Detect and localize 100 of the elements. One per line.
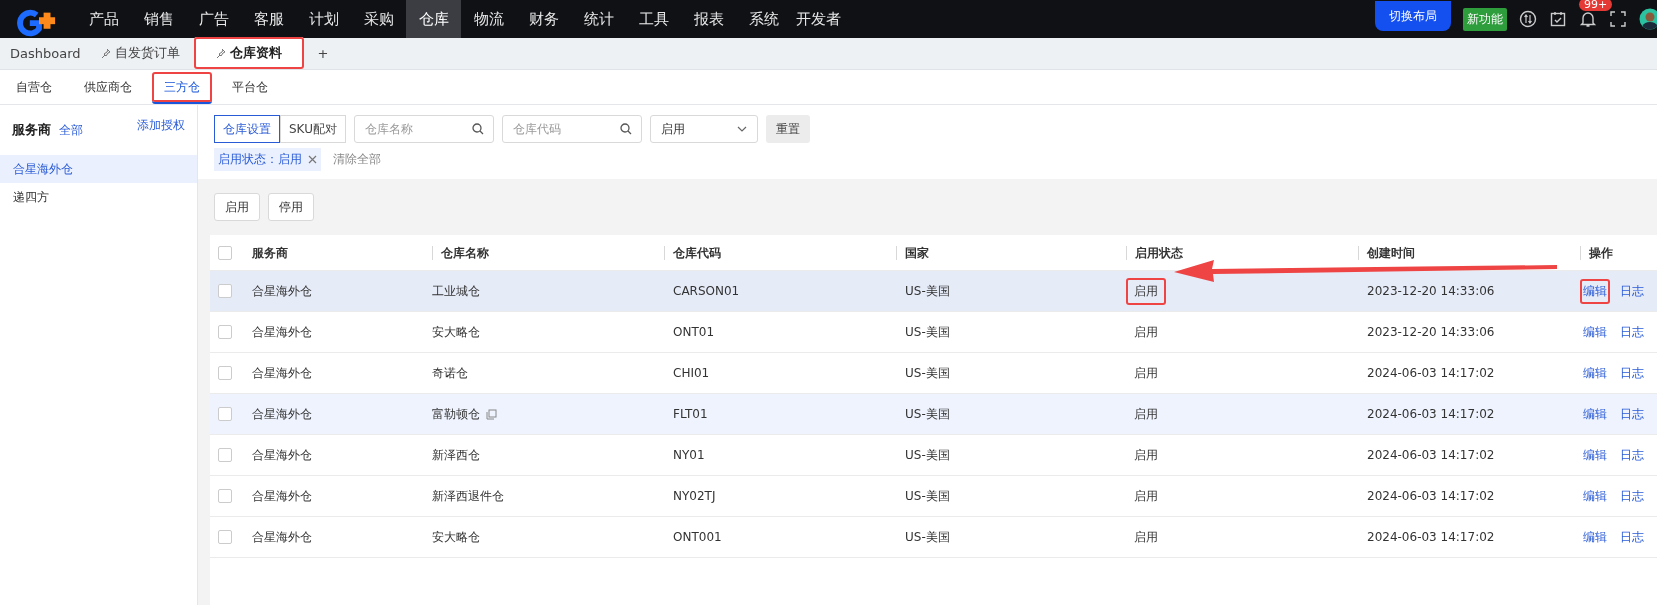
table-cell-text: US-美国 xyxy=(904,282,951,300)
nav-item[interactable]: 开发者 xyxy=(791,0,846,38)
column-header: 启用状态 xyxy=(1126,245,1358,260)
table-row[interactable]: 合星海外仓 工业城仓 CARSON01 US-美国 启用 2023-12-20 14:33:06 编辑 日志 xyxy=(210,271,1657,312)
log-link[interactable]: 日志 xyxy=(1620,528,1644,546)
page-tab[interactable]: 自发货订单 xyxy=(90,37,190,69)
row-checkbox[interactable] xyxy=(218,366,232,380)
search-icon[interactable] xyxy=(619,123,632,135)
edit-link[interactable]: 编辑 xyxy=(1580,442,1610,468)
add-authorization-link[interactable]: 添加授权 xyxy=(137,116,185,134)
log-link[interactable]: 日志 xyxy=(1620,446,1644,464)
pin-icon xyxy=(100,48,111,58)
notification-badge: 99+ xyxy=(1579,0,1613,11)
nav-item[interactable]: 报表 xyxy=(681,0,736,38)
table-cell-text: US-美国 xyxy=(904,528,951,546)
table-row[interactable]: 合星海外仓 安大略仓 ONT01 US-美国 启用 2023-12-20 14:33:06 编辑 日志 xyxy=(210,312,1657,353)
mode-tab[interactable]: SKU配对 xyxy=(280,115,346,143)
column-header: 国家 xyxy=(896,245,1126,260)
row-checkbox[interactable] xyxy=(218,284,232,298)
sub-tab[interactable]: 自营仓 xyxy=(4,72,64,104)
table-cell: 安大略仓 xyxy=(432,323,480,341)
edit-link[interactable]: 编辑 xyxy=(1580,278,1610,304)
nav-item[interactable]: 仓库 xyxy=(406,0,461,38)
nav-item[interactable]: 财务 xyxy=(516,0,571,38)
table-cell-text: FLT01 xyxy=(672,407,709,421)
edit-link[interactable]: 编辑 xyxy=(1580,524,1610,550)
status-text: 启用 xyxy=(1133,446,1159,464)
status-text: 启用 xyxy=(1133,528,1159,546)
nav-item[interactable]: 产品 xyxy=(76,0,131,38)
table-cell-text: 2023-12-20 14:33:06 xyxy=(1366,284,1496,298)
table-row[interactable]: 合星海外仓 新泽西退件仓 NY02TJ US-美国 启用 2024-06-03 14:17:02 编辑 日志 xyxy=(210,476,1657,517)
edit-link[interactable]: 编辑 xyxy=(1580,483,1610,509)
nav-item[interactable]: 工具 xyxy=(626,0,681,38)
action-button[interactable]: 停用 xyxy=(268,193,314,221)
nav-item[interactable]: 统计 xyxy=(571,0,626,38)
table-cell-text: ONT001 xyxy=(672,530,723,544)
warehouse-code-field[interactable]: 仓库代码 xyxy=(501,115,642,143)
filter-tag[interactable]: 启用状态：启用 xyxy=(214,148,321,171)
table-cell-text: CARSON01 xyxy=(672,284,741,298)
mode-tab[interactable]: 仓库设置 xyxy=(214,115,280,143)
nav-item[interactable]: 采购 xyxy=(351,0,406,38)
nav-item[interactable]: 客服 xyxy=(241,0,296,38)
sub-tab[interactable]: 供应商仓 xyxy=(72,72,144,104)
row-checkbox[interactable] xyxy=(218,407,232,421)
table-row[interactable]: 合星海外仓 安大略仓 ONT001 US-美国 启用 2024-06-03 14:17:02 编辑 日志 xyxy=(210,517,1657,558)
column-header: 操作 xyxy=(1580,245,1657,260)
reset-button[interactable]: 重置 xyxy=(765,115,810,143)
new-feature-button[interactable]: 新功能 xyxy=(1463,7,1507,31)
table-row[interactable]: 合星海外仓 富勒顿仓 FLT01 US-美国 启用 2024-06-03 14:17:02 编辑 日志 xyxy=(210,394,1657,435)
edit-link[interactable]: 编辑 xyxy=(1580,319,1610,345)
all-link[interactable]: 全部 xyxy=(59,121,83,139)
table-cell-text: 2023-12-20 14:33:06 xyxy=(1366,325,1496,339)
select-all-checkbox[interactable] xyxy=(218,245,232,260)
sidebar-item[interactable]: 合星海外仓 xyxy=(0,155,197,183)
pin-icon xyxy=(215,48,226,58)
page-tab[interactable]: 仓库资料 xyxy=(193,37,304,69)
nav-item[interactable]: 计划 xyxy=(296,0,351,38)
row-checkbox[interactable] xyxy=(218,530,232,544)
nav-item[interactable]: 物流 xyxy=(461,0,516,38)
nav-item[interactable]: 系统 xyxy=(736,0,791,38)
page-tab[interactable]: + xyxy=(307,37,339,69)
sub-tab[interactable]: 三方仓 xyxy=(152,72,212,104)
search-icon[interactable] xyxy=(471,123,484,135)
row-checkbox[interactable] xyxy=(218,325,232,339)
fullscreen-icon[interactable] xyxy=(1609,10,1627,28)
table-cell: 奇诺仓 xyxy=(432,364,468,382)
sort-icon[interactable] xyxy=(1519,10,1537,28)
table-cell-text: 合星海外仓 xyxy=(252,405,313,423)
copy-icon[interactable] xyxy=(486,408,497,420)
clear-all-link[interactable]: 清除全部 xyxy=(333,151,381,168)
column-header: 仓库代码 xyxy=(664,245,896,260)
status-select[interactable]: 启用 xyxy=(649,115,758,143)
action-button[interactable]: 启用 xyxy=(214,193,260,221)
table-row[interactable]: 合星海外仓 新泽西仓 NY01 US-美国 启用 2024-06-03 14:17:02 编辑 日志 xyxy=(210,435,1657,476)
sidebar-item[interactable]: 递四方 xyxy=(0,183,197,211)
page-tab[interactable]: Dashboard xyxy=(0,37,91,69)
sidebar-title: 服务商 xyxy=(12,121,51,139)
table-cell: 新泽西退件仓 xyxy=(432,487,504,505)
warehouse-name-field[interactable]: 仓库名称 xyxy=(353,115,494,143)
log-link[interactable]: 日志 xyxy=(1620,364,1644,382)
edit-link[interactable]: 编辑 xyxy=(1580,360,1610,386)
sub-tab[interactable]: 平台仓 xyxy=(220,72,280,104)
chevron-down-icon xyxy=(736,126,747,132)
edit-link[interactable]: 编辑 xyxy=(1580,401,1610,427)
switch-layout-button[interactable]: 切换布局 xyxy=(1375,1,1451,31)
row-checkbox[interactable] xyxy=(218,489,232,503)
row-checkbox[interactable] xyxy=(218,448,232,462)
log-link[interactable]: 日志 xyxy=(1620,405,1644,423)
nav-item[interactable]: 销售 xyxy=(131,0,186,38)
log-link[interactable]: 日志 xyxy=(1620,282,1644,300)
log-link[interactable]: 日志 xyxy=(1620,323,1644,341)
calendar-check-icon[interactable] xyxy=(1549,10,1567,28)
status-text: 启用 xyxy=(1126,277,1166,305)
table-cell-text: NY01 xyxy=(672,448,706,462)
close-icon[interactable] xyxy=(308,155,317,164)
avatar-icon[interactable] xyxy=(1639,8,1657,30)
bell-icon[interactable] xyxy=(1579,10,1597,28)
nav-item[interactable]: 广告 xyxy=(186,0,241,38)
log-link[interactable]: 日志 xyxy=(1620,487,1644,505)
column-header: 服务商 xyxy=(252,245,289,260)
